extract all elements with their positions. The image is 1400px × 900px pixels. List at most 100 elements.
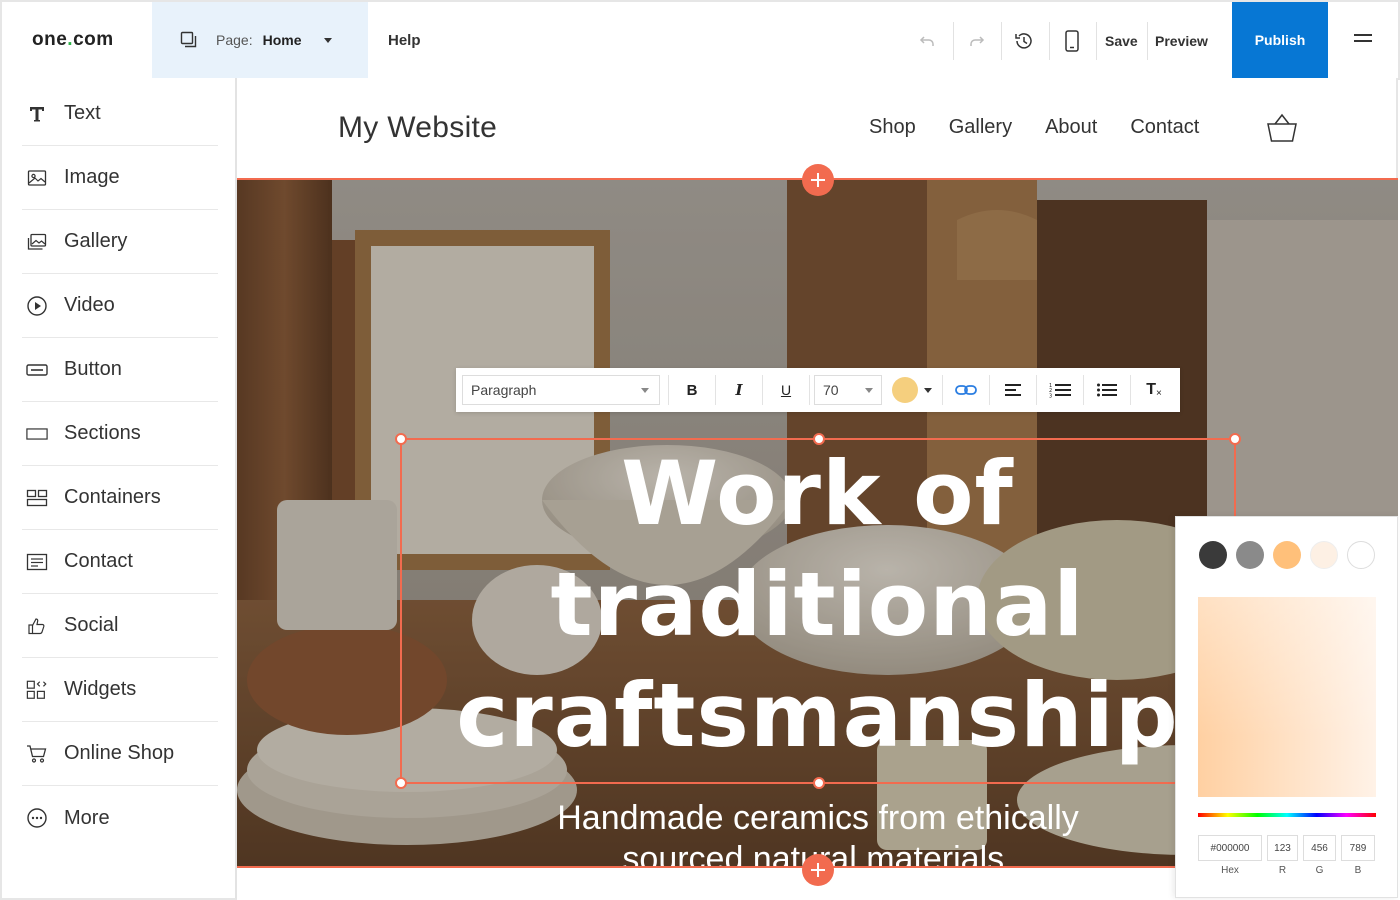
sidebar-item-social[interactable]: Social — [22, 594, 218, 658]
preview-button[interactable]: Preview — [1155, 33, 1208, 49]
sidebar-item-button[interactable]: Button — [22, 338, 218, 402]
resize-handle-top[interactable] — [813, 433, 825, 445]
bullet-list-icon — [1097, 383, 1117, 397]
hex-input[interactable]: #000000 — [1198, 835, 1262, 861]
clear-format-x-icon: × — [1155, 387, 1162, 399]
nav-item-gallery[interactable]: Gallery — [949, 116, 1012, 139]
resize-handle-top-left[interactable] — [395, 433, 407, 445]
clear-format-icon: T — [1146, 381, 1156, 398]
mobile-view-button[interactable] — [1059, 28, 1085, 54]
sidebar-item-label: Containers — [64, 486, 161, 508]
sidebar-item-label: Image — [64, 166, 120, 188]
sidebar-item-more[interactable]: More — [22, 786, 218, 850]
blue-input[interactable]: 789 — [1341, 835, 1375, 861]
hamburger-menu-icon[interactable] — [1354, 34, 1372, 48]
blue-label: B — [1354, 865, 1362, 876]
italic-button[interactable]: I — [716, 368, 762, 412]
svg-text:3: 3 — [1049, 394, 1052, 399]
help-link[interactable]: Help — [388, 32, 421, 49]
chevron-down-icon[interactable] — [924, 387, 932, 393]
sidebar-item-label: Gallery — [64, 230, 128, 252]
publish-button[interactable]: Publish — [1232, 2, 1328, 78]
hue-slider[interactable] — [1198, 813, 1376, 817]
nav-item-shop[interactable]: Shop — [869, 116, 916, 139]
subtitle-line: Handmade ceramics from ethically — [557, 799, 1079, 837]
page-selector[interactable]: Page: Home — [152, 2, 368, 78]
sidebar-item-label: Text — [64, 102, 101, 124]
thumbs-up-icon — [26, 615, 48, 637]
add-section-button-bottom[interactable] — [802, 854, 834, 886]
text-selection-frame — [395, 433, 1241, 789]
underline-button[interactable]: U — [763, 368, 809, 412]
sidebar-item-contact[interactable]: Contact — [22, 530, 218, 594]
top-bar: one.com Page: Home Help Save Preview Pub… — [0, 0, 1400, 80]
link-button[interactable] — [943, 368, 989, 412]
add-section-button-top[interactable] — [802, 164, 834, 196]
chevron-down-icon — [865, 387, 873, 393]
color-swatch-cream[interactable] — [1310, 541, 1338, 569]
sidebar-item-sections[interactable]: Sections — [22, 402, 218, 466]
bullet-list-button[interactable] — [1084, 368, 1130, 412]
align-left-button[interactable] — [990, 368, 1036, 412]
logo-text-com: com — [73, 29, 114, 50]
resize-handle-bottom-left[interactable] — [395, 777, 407, 789]
site-nav: Shop Gallery About Contact — [869, 116, 1232, 139]
redo-button[interactable] — [963, 28, 989, 54]
onecom-logo[interactable]: one.com — [32, 29, 114, 51]
sidebar-item-widgets[interactable]: Widgets — [22, 658, 218, 722]
toolbar-divider — [1049, 22, 1050, 60]
basket-icon[interactable] — [1265, 112, 1299, 149]
color-swatch-orange[interactable] — [1273, 541, 1301, 569]
link-icon — [955, 385, 977, 395]
undo-button[interactable] — [915, 28, 941, 54]
resize-handle-top-right[interactable] — [1229, 433, 1241, 445]
toolbar-divider — [809, 375, 810, 405]
paragraph-style-select[interactable]: Paragraph — [462, 375, 660, 405]
sidebar-item-image[interactable]: Image — [22, 146, 218, 210]
redo-icon — [970, 36, 985, 46]
sidebar-item-label: Contact — [64, 550, 133, 572]
chevron-down-icon — [641, 387, 649, 393]
color-swatch-gray[interactable] — [1236, 541, 1264, 569]
more-icon — [26, 807, 48, 829]
save-button[interactable]: Save — [1105, 33, 1138, 49]
green-input[interactable]: 456 — [1303, 835, 1336, 861]
sidebar-item-label: Online Shop — [64, 742, 175, 764]
gallery-icon — [26, 231, 48, 253]
numbered-list-icon: 123 — [1049, 383, 1071, 399]
text-color-swatch[interactable] — [892, 377, 918, 403]
green-label: G — [1315, 865, 1324, 876]
pages-icon — [180, 31, 197, 48]
toolbar-divider — [1001, 22, 1002, 60]
toolbar-divider — [1147, 22, 1148, 60]
sidebar-item-video[interactable]: Video — [22, 274, 218, 338]
nav-item-contact[interactable]: Contact — [1130, 116, 1199, 139]
toolbar-divider — [1096, 22, 1097, 60]
sidebar-item-text[interactable]: Text — [22, 82, 218, 146]
contact-icon — [26, 551, 48, 573]
text-icon — [26, 103, 48, 125]
site-title[interactable]: My Website — [338, 111, 497, 145]
sidebar-item-gallery[interactable]: Gallery — [22, 210, 218, 274]
numbered-list-button[interactable]: 123 — [1037, 368, 1083, 412]
font-size-select[interactable]: 70 — [814, 375, 882, 405]
clear-format-button[interactable]: T × — [1131, 368, 1177, 412]
sidebar-item-label: Video — [64, 294, 115, 316]
widgets-icon — [26, 679, 48, 701]
elements-sidebar: Text Image Gallery Video Button Sections… — [0, 78, 237, 900]
nav-item-about[interactable]: About — [1045, 116, 1097, 139]
resize-handle-bottom[interactable] — [813, 777, 825, 789]
red-input[interactable]: 123 — [1267, 835, 1298, 861]
history-button[interactable] — [1011, 28, 1037, 54]
color-gradient-area[interactable] — [1198, 597, 1376, 797]
sidebar-item-containers[interactable]: Containers — [22, 466, 218, 530]
page-label: Page: — [216, 32, 253, 48]
font-size-value: 70 — [823, 382, 839, 398]
sidebar-item-online-shop[interactable]: Online Shop — [22, 722, 218, 786]
color-swatch-white[interactable] — [1347, 541, 1375, 569]
red-label: R — [1278, 865, 1287, 876]
paragraph-style-value: Paragraph — [471, 382, 537, 398]
color-swatch-dark-gray[interactable] — [1199, 541, 1227, 569]
text-format-toolbar: Paragraph B I U 70 123 T × — [456, 368, 1180, 412]
bold-button[interactable]: B — [669, 368, 715, 412]
